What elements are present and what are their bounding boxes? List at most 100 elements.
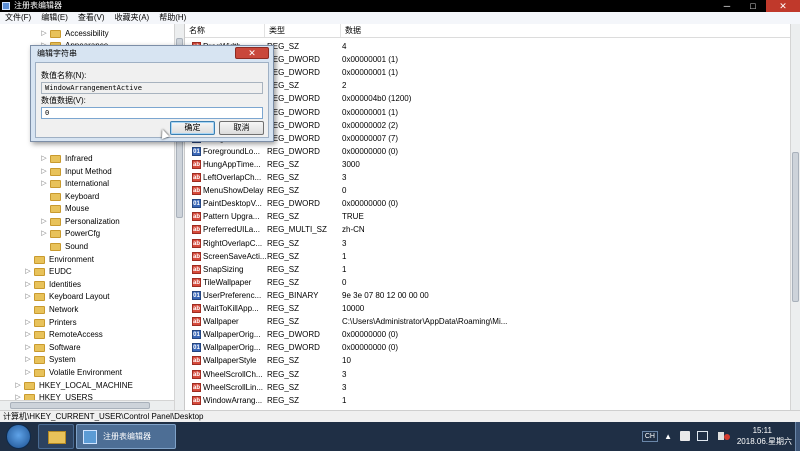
string-value-icon: ab [192,264,201,274]
table-row[interactable]: ab MenuShowDelay REG_SZ 0 [185,184,790,197]
expand-arrow-icon[interactable]: ▷ [24,367,32,379]
list-scroll-thumb[interactable] [792,152,799,302]
column-header-type[interactable]: 类型 [265,24,341,37]
tree-hscroll-thumb[interactable] [10,402,150,409]
expand-arrow-icon[interactable]: ▷ [24,317,32,329]
maximize-button[interactable]: □ [740,0,766,12]
clock-time[interactable]: 15:11 [712,426,772,436]
column-header-name[interactable]: 名称 [185,24,265,37]
expand-arrow-icon[interactable]: ▷ [24,354,32,366]
table-row[interactable]: ab PreferredUILa... REG_MULTI_SZ zh-CN [185,223,790,236]
show-desktop-button[interactable] [795,422,800,451]
string-value-icon: ab [192,238,201,248]
taskbar-regedit-button[interactable]: 注册表编辑器 [76,424,176,449]
expand-arrow-icon[interactable]: ▷ [24,266,32,278]
row-name: MenuShowDelay [203,186,264,196]
tree-item-label: HKEY_LOCAL_MACHINE [39,381,133,390]
folder-icon [34,331,45,339]
menu-file[interactable]: 文件(F) [0,12,36,24]
expand-arrow-icon[interactable]: ▷ [40,228,48,240]
window-title: 注册表编辑器 [14,1,62,10]
row-data: 3000 [342,159,360,169]
table-row[interactable]: 01 ForegroundLo... REG_DWORD 0x00000000 (0) [185,145,790,158]
table-row[interactable]: ab SnapSizing REG_SZ 1 [185,263,790,276]
expand-arrow-icon[interactable]: ▷ [40,216,48,228]
expand-arrow-icon[interactable]: ▷ [40,28,48,40]
taskbar-explorer-button[interactable] [38,424,74,449]
network-icon[interactable] [697,431,708,441]
table-row[interactable]: 01FontSmoothingTREG_DWORD0x00000002 (2) [185,119,790,132]
table-row[interactable]: 01EnablePerProcREG_DWORD0x00000001 (1) [185,66,790,79]
table-row[interactable]: abFontSmoothingREG_SZ2 [185,79,790,92]
table-row[interactable]: 01FontSmoothingGREG_DWORD0x000004b0 (120… [185,92,790,105]
table-row[interactable]: ab TileWallpaper REG_SZ 0 [185,276,790,289]
table-row[interactable]: 01 WallpaperOrig... REG_DWORD 0x00000000 (0… [185,328,790,341]
cancel-button[interactable]: 取消 [219,121,264,135]
folder-icon [24,382,35,390]
folder-icon [50,218,61,226]
expand-arrow-icon[interactable]: ▷ [24,329,32,341]
expand-arrow-icon[interactable]: ▷ [40,153,48,165]
tree-item-label: Software [49,343,81,352]
table-row[interactable]: 01 UserPreferenc... REG_BINARY 9e 3e 07 80 … [185,289,790,302]
tree-horizontal-scrollbar[interactable] [0,400,174,410]
column-header-data[interactable]: 数据 [341,24,790,37]
value-data-input[interactable]: 0 [41,107,263,119]
table-row[interactable]: ab WaitToKillApp... REG_SZ 10000 [185,302,790,315]
table-row[interactable]: ab WheelScrollLin... REG_SZ 3 [185,381,790,394]
tree-item-label: International [65,179,110,188]
expand-arrow-icon[interactable]: ▷ [24,279,32,291]
row-type: REG_DWORD [267,199,320,209]
table-row[interactable]: 01 WallpaperOrig... REG_DWORD 0x00000000 (0… [185,341,790,354]
row-type: REG_MULTI_SZ [267,225,327,235]
ok-button[interactable]: 确定 [170,121,215,135]
menu-edit[interactable]: 编辑(E) [36,12,73,24]
tree-item-label: Environment [49,255,94,264]
table-row[interactable]: ab ScreenSaveActi... REG_SZ 1 [185,250,790,263]
list-vertical-scrollbar[interactable] [790,24,800,410]
clock-date[interactable]: 2018.06.星期六 [737,437,792,447]
table-row[interactable]: 01ForegroundFlasREG_DWORD0x00000007 (7) [185,132,790,145]
row-type: REG_SZ [267,212,300,222]
folder-icon [34,319,45,327]
row-data: 3 [342,369,347,379]
table-row[interactable]: 01DpiScalingREG_DWORD0x00000001 (1) [185,53,790,66]
expand-arrow-icon[interactable]: ▷ [24,291,32,303]
row-type: REG_DWORD [267,68,320,78]
tree-item-label: Volatile Environment [49,368,122,377]
menu-favorites[interactable]: 收藏夹(A) [110,12,155,24]
language-indicator[interactable]: CH [641,431,658,442]
table-row[interactable]: ab Pattern Upgra... REG_SZ TRUE [185,210,790,223]
expand-arrow-icon[interactable]: ▷ [14,380,22,392]
table-row[interactable]: ab WallpaperStyle REG_SZ 10 [185,354,790,367]
expand-arrow-icon[interactable]: ▷ [24,342,32,354]
row-name: UserPreferenc... [203,290,262,300]
table-row[interactable]: ab LeftOverlapCh... REG_SZ 3 [185,171,790,184]
string-value-icon: ab [192,395,201,405]
row-data: 0x00000001 (1) [342,55,399,65]
row-type: REG_DWORD [267,343,320,353]
start-button[interactable] [6,424,31,449]
folder-icon [50,193,61,201]
menu-help[interactable]: 帮助(H) [154,12,191,24]
table-row[interactable]: ab Wallpaper REG_SZ C:\Users\Administrator\… [185,315,790,328]
table-row[interactable]: 01FontSmoothingOREG_DWORD0x00000001 (1) [185,106,790,119]
table-row[interactable]: 01 PaintDesktopV... REG_DWORD 0x00000000 (0… [185,197,790,210]
expand-arrow-icon[interactable]: ▷ [40,166,48,178]
row-data: 0x00000007 (7) [342,133,399,143]
folder-icon [50,30,61,38]
action-center-icon[interactable] [680,431,690,441]
table-row[interactable]: ab RightOverlapC... REG_SZ 3 [185,237,790,250]
row-name: WaitToKillApp... [203,304,259,313]
menu-view[interactable]: 查看(V) [73,12,110,24]
minimize-button[interactable]: ─ [714,0,740,12]
dialog-close-button[interactable]: ✕ [235,47,269,59]
table-row[interactable]: ab WheelScrollCh... REG_SZ 3 [185,368,790,381]
expand-arrow-icon[interactable]: ▷ [40,178,48,190]
table-row[interactable]: ab HungAppTime... REG_SZ 3000 [185,158,790,171]
tray-expand-icon[interactable]: ▲ [664,432,672,441]
table-row[interactable]: abDragWidthREG_SZ4 [185,40,790,53]
folder-icon [50,180,61,188]
close-button[interactable]: ✕ [766,0,800,12]
table-row[interactable]: ab WindowArrang... REG_SZ 1 [185,394,790,407]
